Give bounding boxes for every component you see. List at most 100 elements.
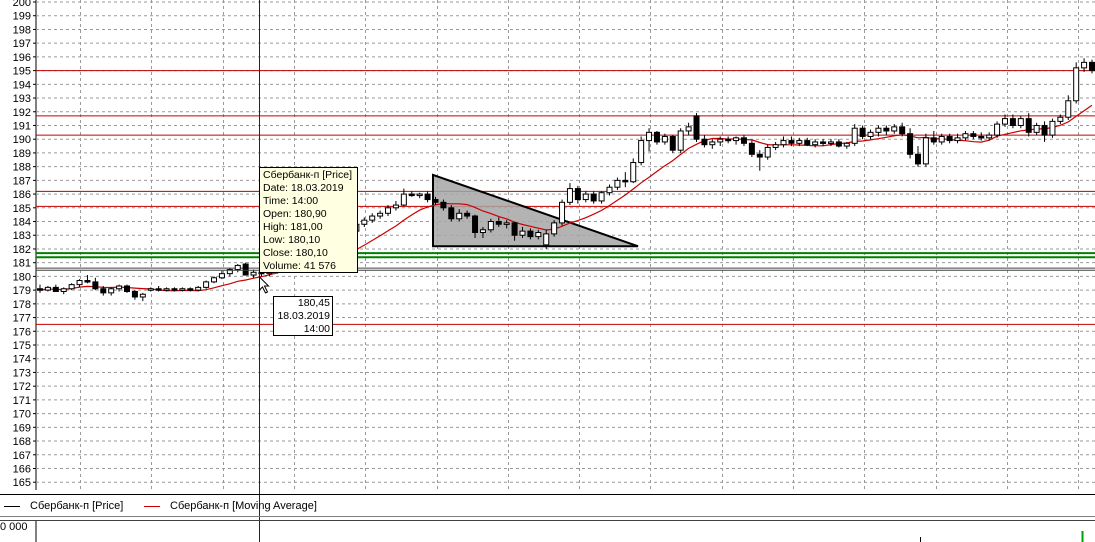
legend-item-ma[interactable]: Сбербанк-п [Moving Average] [144,500,317,512]
candle-body [788,140,795,144]
candle-body [424,193,431,201]
candle-body [962,133,969,139]
candle-body [377,212,384,217]
candle-body [456,212,463,220]
y-tick-label: 187 [13,175,31,187]
crosshair-time: 14:00 [303,323,330,335]
candle-body [495,221,502,225]
candle-body [155,288,162,291]
candle-body [859,127,866,137]
candle-body [44,286,51,291]
candle-body [392,204,399,209]
y-tick-label: 181 [13,258,31,270]
legend-price-label: Сбербанк-п [Price] [30,500,124,512]
candle-body [614,179,621,188]
y-tick-label: 195 [13,66,31,78]
y-tick-label: 179 [13,285,31,297]
candle-body [179,288,186,291]
y-tick-label: 191 [13,120,31,132]
candle-body [139,293,146,298]
candle-body [472,215,479,233]
candle-body [124,285,131,292]
crosshair-label: 180,45 18.03.2019 14:00 [273,296,333,336]
candle-body [899,126,906,135]
ma-swatch [144,505,160,507]
candle-body [527,230,534,238]
candle-body [851,127,858,144]
candle-body [978,135,985,139]
candle-body [369,215,376,221]
legend-ma-label: Сбербанк-п [Moving Average] [170,500,317,512]
legend-item-price[interactable]: Сбербанк-п [Price] [4,500,123,512]
candle-body [954,137,961,142]
candle-body [661,135,668,143]
y-tick-label: 193 [13,93,31,105]
tooltip-title: Сбербанк-п [Price] [263,169,353,181]
y-tick-label: 198 [13,24,31,36]
candle-body [875,127,882,133]
candle-body [131,290,138,298]
candle-body [986,134,993,139]
y-tick-label: 167 [13,450,31,462]
candle-body [108,288,115,294]
y-tick-label: 173 [13,367,31,379]
candle-body [883,127,890,132]
candle-tooltip: Сбербанк-п [Price] Date: 18.03.2019 Time… [259,167,358,273]
y-tick-label: 186 [13,189,31,201]
candle-body [638,140,645,164]
candle-body [764,146,771,158]
candle-body [1049,120,1056,136]
candle-body [1065,100,1072,118]
candle-body [187,288,194,291]
candle-body [250,271,257,276]
candle-body [1009,118,1016,126]
candle-body [60,288,67,292]
candle-body [574,188,581,201]
y-tick-label: 174 [13,354,31,366]
candle-body [408,193,415,197]
y-tick-label: 166 [13,463,31,475]
tooltip-low: Low: 180,10 [263,234,321,246]
candle-body [780,140,787,146]
candle-body [218,273,225,279]
y-tick-label: 183 [13,230,31,242]
y-tick-label: 168 [13,436,31,448]
candle-body [590,193,597,202]
y-tick-label: 172 [13,381,31,393]
candle-body [84,280,91,283]
candle-body [1089,61,1095,72]
candle-body [511,222,518,236]
candle-body [796,140,803,144]
candle-body [503,222,510,225]
price-chart[interactable]: 2001991981971961951941931921911901891881… [0,0,1095,542]
candle-body [1081,61,1088,69]
candle-body [748,142,755,155]
y-tick-label: 190 [13,134,31,146]
y-tick-label: 192 [13,107,31,119]
y-tick-label: 182 [13,244,31,256]
candle-body [622,179,629,183]
candle-body [582,193,589,201]
candle-body [709,141,716,146]
candle-body [994,123,1001,136]
candle-body [630,162,637,183]
candle-body [938,135,945,143]
volume-axis-label: 0 000 [0,521,28,533]
candle-body [1025,118,1032,133]
candles [37,58,1095,302]
y-tick-label: 176 [13,326,31,338]
candle-body [211,277,218,283]
candle-body [551,222,558,235]
y-tick-label: 199 [13,11,31,23]
y-tick-label: 197 [13,38,31,50]
candle-body [772,144,779,148]
candle-body [163,288,170,291]
candle-body [740,137,747,144]
candle-body [1017,118,1024,126]
candle-body [147,288,154,291]
tooltip-volume: Volume: 41 576 [263,260,336,272]
candle-body [116,285,123,290]
tooltip-open: Open: 180,90 [263,208,327,220]
candle-body [559,201,566,224]
candle-body [891,126,898,132]
